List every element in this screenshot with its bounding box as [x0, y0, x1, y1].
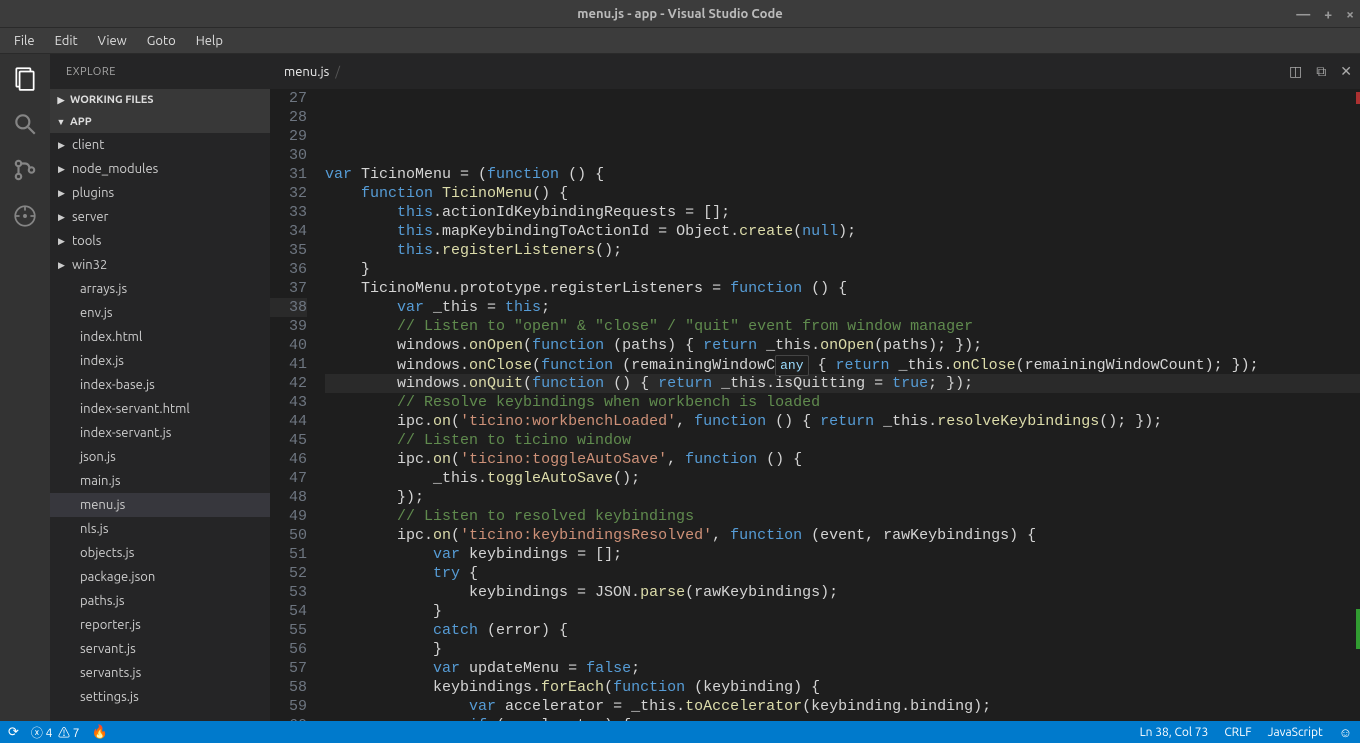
- file-menu-js[interactable]: menu.js: [50, 493, 270, 517]
- debug-icon[interactable]: [11, 202, 39, 230]
- chevron-down-icon: ▼: [56, 117, 66, 127]
- chevron-right-icon: ▶: [58, 164, 68, 175]
- file-settings-js[interactable]: settings.js: [50, 685, 270, 709]
- file-main-js[interactable]: main.js: [50, 469, 270, 493]
- file-env-js[interactable]: env.js: [50, 301, 270, 325]
- chevron-right-icon: ▶: [56, 95, 66, 106]
- close-editor-icon[interactable]: ✕: [1340, 63, 1352, 80]
- file-index-base-js[interactable]: index-base.js: [50, 373, 270, 397]
- overview-error-marker: [1356, 92, 1360, 104]
- status-cursor[interactable]: Ln 38, Col 73: [1140, 726, 1209, 739]
- status-bar: ⟳ ⓧ 4 ⚠ 7 🔥 Ln 38, Col 73 CRLF JavaScrip…: [0, 721, 1360, 743]
- file-objects-js[interactable]: objects.js: [50, 541, 270, 565]
- folder-server[interactable]: ▶server: [50, 205, 270, 229]
- git-icon[interactable]: [11, 156, 39, 184]
- status-lang[interactable]: JavaScript: [1268, 726, 1323, 739]
- explorer-icon[interactable]: [11, 64, 39, 92]
- menu-view[interactable]: View: [88, 34, 137, 48]
- file-arrays-js[interactable]: arrays.js: [50, 277, 270, 301]
- chevron-right-icon: ▶: [58, 140, 68, 151]
- window-minimize-icon[interactable]: —: [1296, 6, 1310, 22]
- menu-goto[interactable]: Goto: [137, 34, 186, 48]
- overview-git-marker: [1356, 609, 1360, 649]
- file-index-html[interactable]: index.html: [50, 325, 270, 349]
- window-title: menu.js - app - Visual Studio Code: [577, 7, 782, 21]
- warning-icon: ⚠: [58, 727, 70, 740]
- chevron-right-icon: ▶: [58, 188, 68, 199]
- chevron-right-icon: ▶: [58, 260, 68, 271]
- file-reporter-js[interactable]: reporter.js: [50, 613, 270, 637]
- status-errors[interactable]: ⓧ 4 ⚠ 7: [31, 724, 80, 741]
- error-icon: ⓧ: [31, 727, 43, 740]
- folder-tools[interactable]: ▶tools: [50, 229, 270, 253]
- file-servants-js[interactable]: servants.js: [50, 661, 270, 685]
- status-eol[interactable]: CRLF: [1224, 726, 1251, 739]
- window-titlebar: menu.js - app - Visual Studio Code — + ×: [0, 0, 1360, 28]
- folder-node_modules[interactable]: ▶node_modules: [50, 157, 270, 181]
- search-icon[interactable]: [11, 110, 39, 138]
- sidebar-section-working[interactable]: ▶ WORKING FILES: [50, 89, 270, 111]
- sidebar-section-project[interactable]: ▼ APP: [50, 111, 270, 133]
- compare-icon[interactable]: ⧉: [1316, 63, 1326, 80]
- feedback-icon[interactable]: ☺: [1339, 725, 1352, 740]
- menu-help[interactable]: Help: [186, 34, 233, 48]
- tab-menu-js[interactable]: menu.js /: [278, 54, 352, 89]
- sidebar: EXPLORE ▶ WORKING FILES ▼ APP ▶client▶no…: [50, 54, 270, 721]
- file-servant-js[interactable]: servant.js: [50, 637, 270, 661]
- chevron-right-icon: ▶: [58, 236, 68, 247]
- file-index-js[interactable]: index.js: [50, 349, 270, 373]
- split-editor-icon[interactable]: ◫: [1289, 63, 1302, 80]
- chevron-right-icon: ▶: [58, 212, 68, 223]
- file-package-json[interactable]: package.json: [50, 565, 270, 589]
- folder-win32[interactable]: ▶win32: [50, 253, 270, 277]
- menubar: File Edit View Goto Help: [0, 28, 1360, 54]
- code-editor[interactable]: 2728293031323334353637383940414243444546…: [270, 89, 1360, 721]
- file-json-js[interactable]: json.js: [50, 445, 270, 469]
- tab-bar: menu.js / ◫ ⧉ ✕: [270, 54, 1360, 89]
- window-close-icon[interactable]: ×: [1346, 6, 1354, 22]
- menu-edit[interactable]: Edit: [45, 34, 88, 48]
- parameter-hint: any: [775, 355, 808, 376]
- folder-plugins[interactable]: ▶plugins: [50, 181, 270, 205]
- file-index-servant-js[interactable]: index-servant.js: [50, 421, 270, 445]
- flame-icon[interactable]: 🔥: [92, 725, 108, 740]
- window-maximize-icon[interactable]: +: [1324, 6, 1332, 22]
- folder-client[interactable]: ▶client: [50, 133, 270, 157]
- activity-bar: [0, 54, 50, 721]
- editor: menu.js / ◫ ⧉ ✕ 272829303132333435363738…: [270, 54, 1360, 721]
- sync-icon[interactable]: ⟳: [8, 725, 19, 740]
- file-paths-js[interactable]: paths.js: [50, 589, 270, 613]
- file-tree: ▶client▶node_modules▶plugins▶server▶tool…: [50, 133, 270, 721]
- sidebar-title: EXPLORE: [50, 54, 270, 89]
- menu-file[interactable]: File: [4, 34, 45, 48]
- file-nls-js[interactable]: nls.js: [50, 517, 270, 541]
- file-index-servant-html[interactable]: index-servant.html: [50, 397, 270, 421]
